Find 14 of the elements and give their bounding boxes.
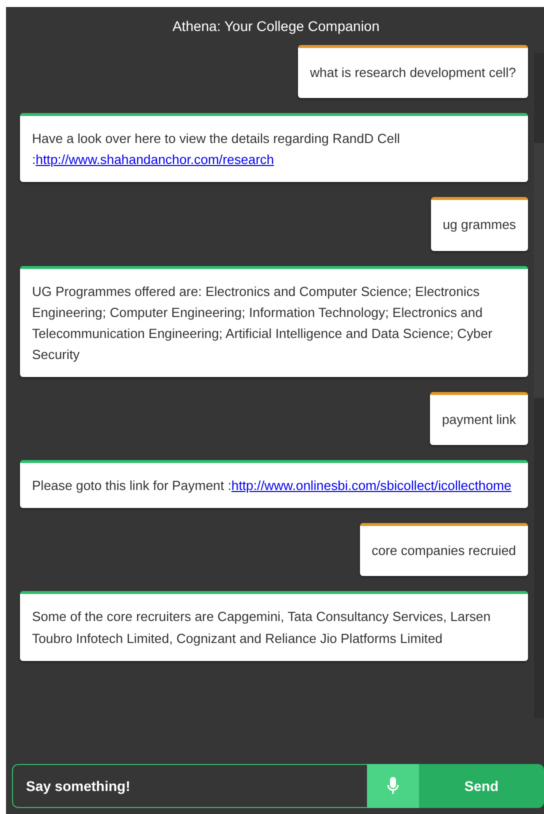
window-title: Athena: Your College Companion (171, 17, 381, 36)
bot-message: UG Programmes offered are: Electronics and Computer Science; Electronics Engineering; Computer Engineering; Information Technology; Electronics and Telecommunication Engineering; Artificial Intelligence and Data Science; Cyber Security (20, 266, 528, 377)
bot-message: Have a look over here to view the details regarding RandD Cell :http://www.shahandanchor.com/research (20, 113, 528, 182)
bot-message: Please goto this link for Payment :http://www.onlinesbi.com/sbicollect/icollecthome (20, 460, 528, 508)
microphone-button[interactable] (367, 764, 419, 808)
user-message: payment link (430, 392, 528, 446)
user-message: what is research development cell? (298, 45, 528, 98)
user-message: core companies recruied (360, 523, 528, 576)
link[interactable]: http://www.onlinesbi.com/sbicollect/icollecthome (231, 478, 512, 494)
user-message: ug grammes (430, 197, 528, 250)
microphone-icon (387, 777, 399, 795)
link[interactable]: http://www.shahandanchor.com/research (36, 152, 274, 168)
message-input[interactable]: Say something! (12, 764, 367, 808)
bot-message: Some of the core recruiters are Capgemini, Tata Consultancy Services, Larsen Toubro Infotech Limited, Cognizant and Reliance Jio Platforms Limited (20, 591, 528, 661)
